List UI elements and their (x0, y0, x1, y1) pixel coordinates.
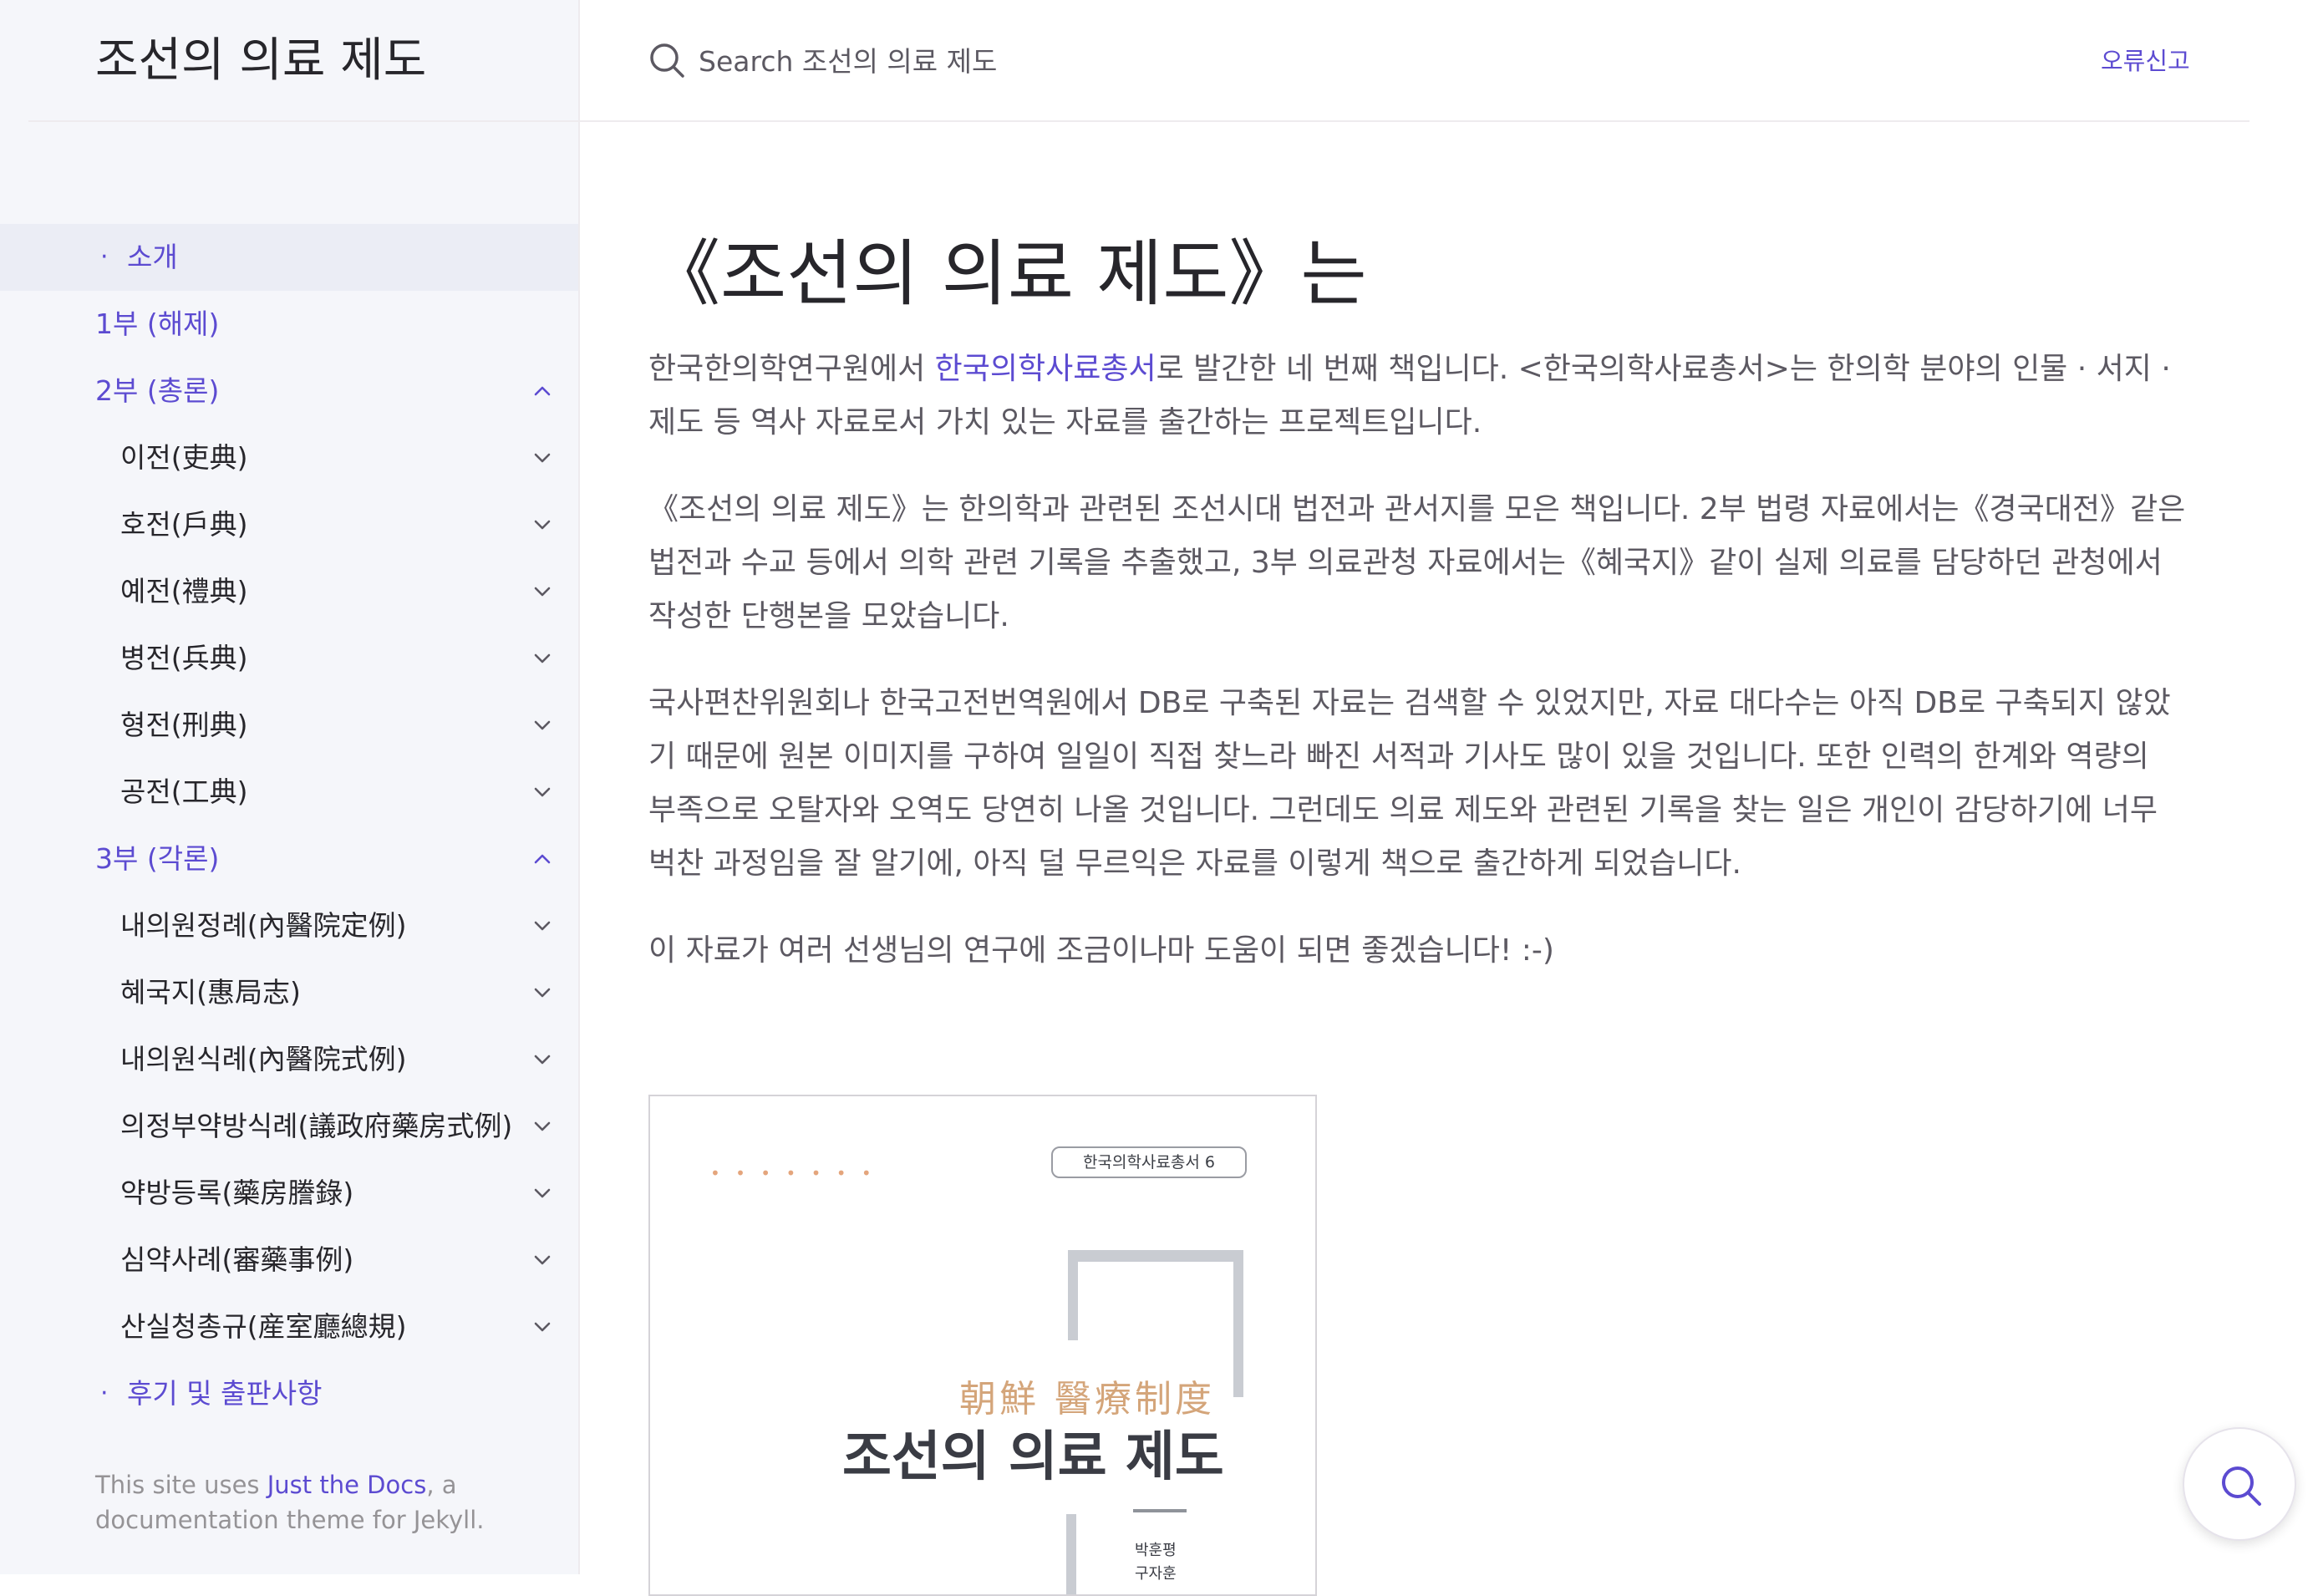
book-cover-image: • • • • • • • 한국의학사료총서 6 朝鮮 醫療制度 조선의 의료 … (648, 1095, 1317, 1596)
cover-divider (1133, 1509, 1187, 1512)
nav-item: · 소개 (0, 224, 578, 291)
nav-item: 약방등록(藥房謄錄) (0, 1160, 578, 1227)
nav-item: 심약사례(審藥事例) (0, 1227, 578, 1294)
chevron-down-icon[interactable] (531, 915, 553, 937)
cover-frame-decoration (1066, 1514, 1076, 1594)
sidebar: 조선의 의료 제도 · 소개 1부 (해제) 2부 (총론) 이전(吏典) 호전(戶典) 예… (0, 0, 580, 1574)
cover-author-1: 박훈평 (1135, 1542, 1177, 1559)
cover-authors: 박훈평 구자훈 (1135, 1539, 1177, 1586)
cover-series-badge: 한국의학사료총서 6 (1051, 1146, 1247, 1178)
chevron-down-icon[interactable] (531, 1249, 553, 1271)
nav-link[interactable]: 소개 (127, 224, 178, 291)
nav-link[interactable]: 공전(工典) (120, 759, 247, 826)
just-the-docs-link[interactable]: Just the Docs (267, 1471, 427, 1499)
page-title: 《조선의 의료 제도》는 (648, 232, 1367, 316)
nav-link[interactable]: 예전(禮典) (120, 558, 247, 625)
cover-frame-decoration (1068, 1250, 1078, 1340)
nav-item: 3부 (각론) (0, 826, 578, 892)
nav-item: 예전(禮典) (0, 558, 578, 625)
limitations-paragraph: 국사편찬위원회나 한국고전번역원에서 DB로 구축된 자료는 검색할 수 있었지… (648, 686, 2171, 881)
chevron-down-icon[interactable] (531, 581, 553, 602)
main-header: 오류신고 (580, 0, 2249, 122)
site-title[interactable]: 조선의 의료 제도 (95, 32, 426, 90)
nav-item: 호전(戶典) (0, 491, 578, 558)
nav-link[interactable]: 심약사례(審藥事例) (120, 1227, 353, 1294)
search-icon (2222, 1466, 2261, 1506)
footer-prefix: This site uses (95, 1471, 267, 1499)
report-error-link[interactable]: 오류신고 (2101, 42, 2190, 77)
nav-link[interactable]: 1부 (해제) (95, 291, 219, 358)
nav-link[interactable]: 후기 및 출판사항 (127, 1360, 323, 1427)
nav-item: 혜국지(惠局志) (0, 959, 578, 1026)
nav-item: 내의원식례(內醫院式例) (0, 1026, 578, 1093)
search-input[interactable] (697, 33, 1452, 89)
nav-link[interactable]: 호전(戶典) (120, 491, 247, 558)
nav-list: · 소개 1부 (해제) 2부 (총론) 이전(吏典) 호전(戶典) 예전(禮典) 병전(兵典… (0, 224, 578, 1427)
nav-item: 형전(刑典) (0, 692, 578, 759)
nav-item: 2부 (총론) (0, 358, 578, 424)
closing-paragraph: 이 자료가 여러 선생님의 연구에 조금이나마 도움이 되면 좋겠습니다! :-… (648, 933, 1554, 968)
nav-item: 공전(工典) (0, 759, 578, 826)
nav-link[interactable]: 의정부약방식례(議政府藥房式例) (120, 1093, 512, 1160)
nav-link[interactable]: 내의원정례(內醫院定例) (120, 892, 407, 959)
nav-link[interactable]: 형전(刑典) (120, 692, 247, 759)
chevron-down-icon[interactable] (531, 714, 553, 736)
cover-frame-decoration (1233, 1250, 1243, 1397)
nav-bullet: · (100, 1379, 109, 1408)
chevron-up-icon[interactable] (531, 848, 553, 870)
nav-link[interactable]: 2부 (총론) (95, 358, 219, 424)
floating-search-button[interactable] (2183, 1427, 2296, 1541)
nav-link[interactable]: 이전(吏典) (120, 424, 247, 491)
chevron-down-icon[interactable] (531, 982, 553, 1004)
nav-link[interactable]: 산실청총규(産室廳總規) (120, 1294, 407, 1360)
nav-bullet: · (100, 242, 109, 272)
chevron-down-icon[interactable] (531, 648, 553, 669)
description-paragraph: 《조선의 의료 제도》는 한의학과 관련된 조선시대 법전과 관서지를 모은 책… (648, 492, 2186, 633)
nav-item: · 후기 및 출판사항 (0, 1360, 578, 1427)
nav-item: 1부 (해제) (0, 291, 578, 358)
nav-item: 산실청총규(産室廳總規) (0, 1294, 578, 1360)
chevron-down-icon[interactable] (531, 1316, 553, 1338)
cover-dots: • • • • • • • (710, 1163, 877, 1183)
nav-link[interactable]: 약방등록(藥房謄錄) (120, 1160, 353, 1227)
cover-frame-decoration (1068, 1250, 1243, 1262)
chevron-up-icon[interactable] (531, 380, 553, 402)
chevron-down-icon[interactable] (531, 1049, 553, 1070)
intro-paragraph: 한국한의학연구원에서 한국의학사료총서로 발간한 네 번째 책입니다. <한국의… (648, 343, 2186, 450)
nav-item: 내의원정례(內醫院定例) (0, 892, 578, 959)
nav-link[interactable]: 3부 (각론) (95, 826, 219, 892)
search-icon (648, 42, 685, 79)
chevron-down-icon[interactable] (531, 1116, 553, 1137)
nav-item: 의정부약방식례(議政府藥房式例) (0, 1093, 578, 1160)
chevron-down-icon[interactable] (531, 514, 553, 536)
site-header: 조선의 의료 제도 (28, 0, 580, 122)
chevron-down-icon[interactable] (531, 1182, 553, 1204)
intro-text-before: 한국한의학연구원에서 (648, 352, 935, 386)
footer-note: This site uses Just the Docs, a document… (95, 1467, 530, 1538)
series-link[interactable]: 한국의학사료총서 (935, 352, 1156, 386)
cover-title: 조선의 의료 제도 (842, 1426, 1224, 1488)
nav-item: 이전(吏典) (0, 424, 578, 491)
nav-link[interactable]: 혜국지(惠局志) (120, 959, 301, 1026)
main-content: 《조선의 의료 제도》는 한국한의학연구원에서 한국의학사료총서로 발간한 네 … (648, 224, 2186, 978)
nav-link[interactable]: 병전(兵典) (120, 625, 247, 692)
nav-link[interactable]: 내의원식례(內醫院式例) (120, 1026, 407, 1093)
chevron-down-icon[interactable] (531, 781, 553, 803)
nav-item: 병전(兵典) (0, 625, 578, 692)
chevron-down-icon[interactable] (531, 447, 553, 469)
